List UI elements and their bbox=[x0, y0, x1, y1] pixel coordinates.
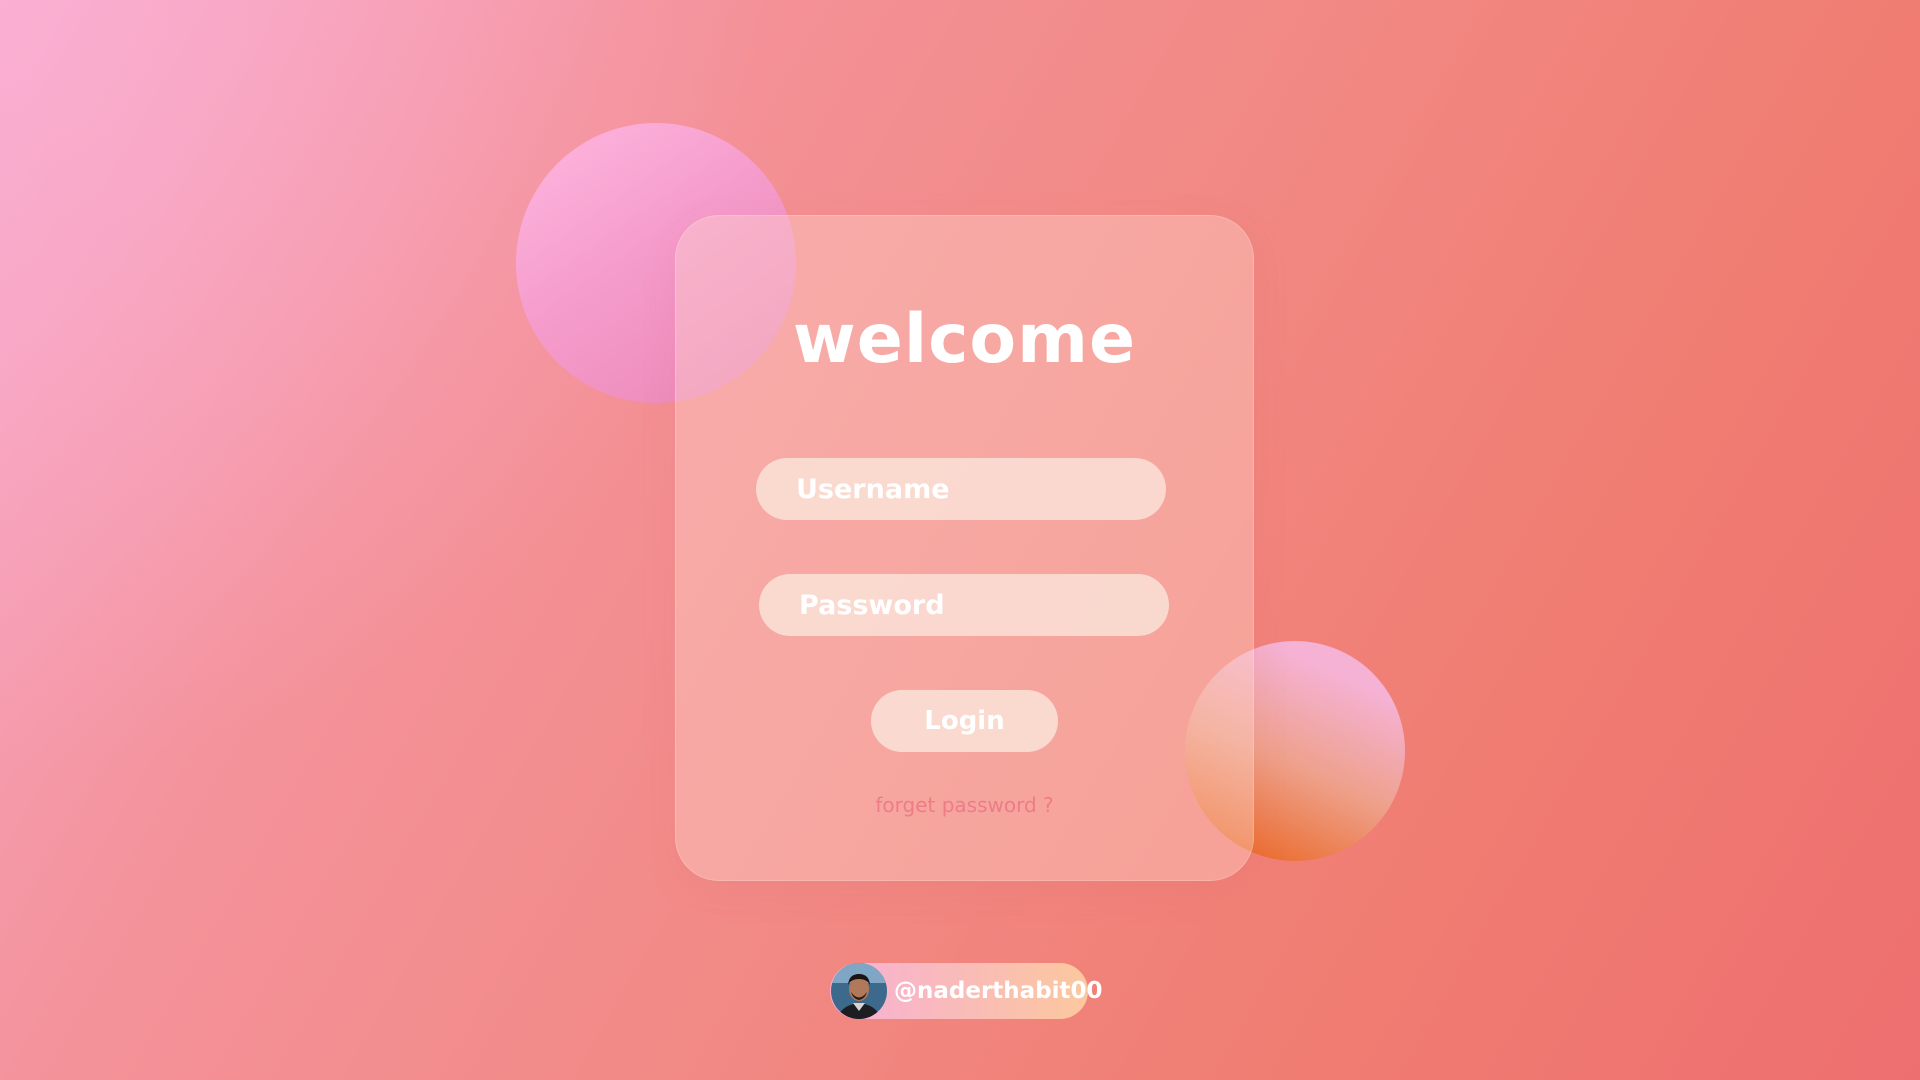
password-input[interactable] bbox=[799, 589, 1169, 621]
author-badge[interactable]: @naderthabit00 bbox=[830, 963, 1103, 1019]
user-avatar-icon bbox=[831, 963, 887, 1019]
author-handle: @naderthabit00 bbox=[894, 978, 1103, 1004]
forget-password-link[interactable]: forget password ? bbox=[676, 793, 1253, 817]
login-card: welcome Login forget password ? bbox=[675, 215, 1254, 881]
password-field[interactable] bbox=[759, 574, 1169, 636]
avatar bbox=[831, 963, 887, 1019]
welcome-title: welcome bbox=[792, 300, 1137, 379]
login-button[interactable]: Login bbox=[871, 690, 1058, 752]
username-input[interactable] bbox=[796, 473, 1166, 505]
username-field[interactable] bbox=[756, 458, 1166, 520]
